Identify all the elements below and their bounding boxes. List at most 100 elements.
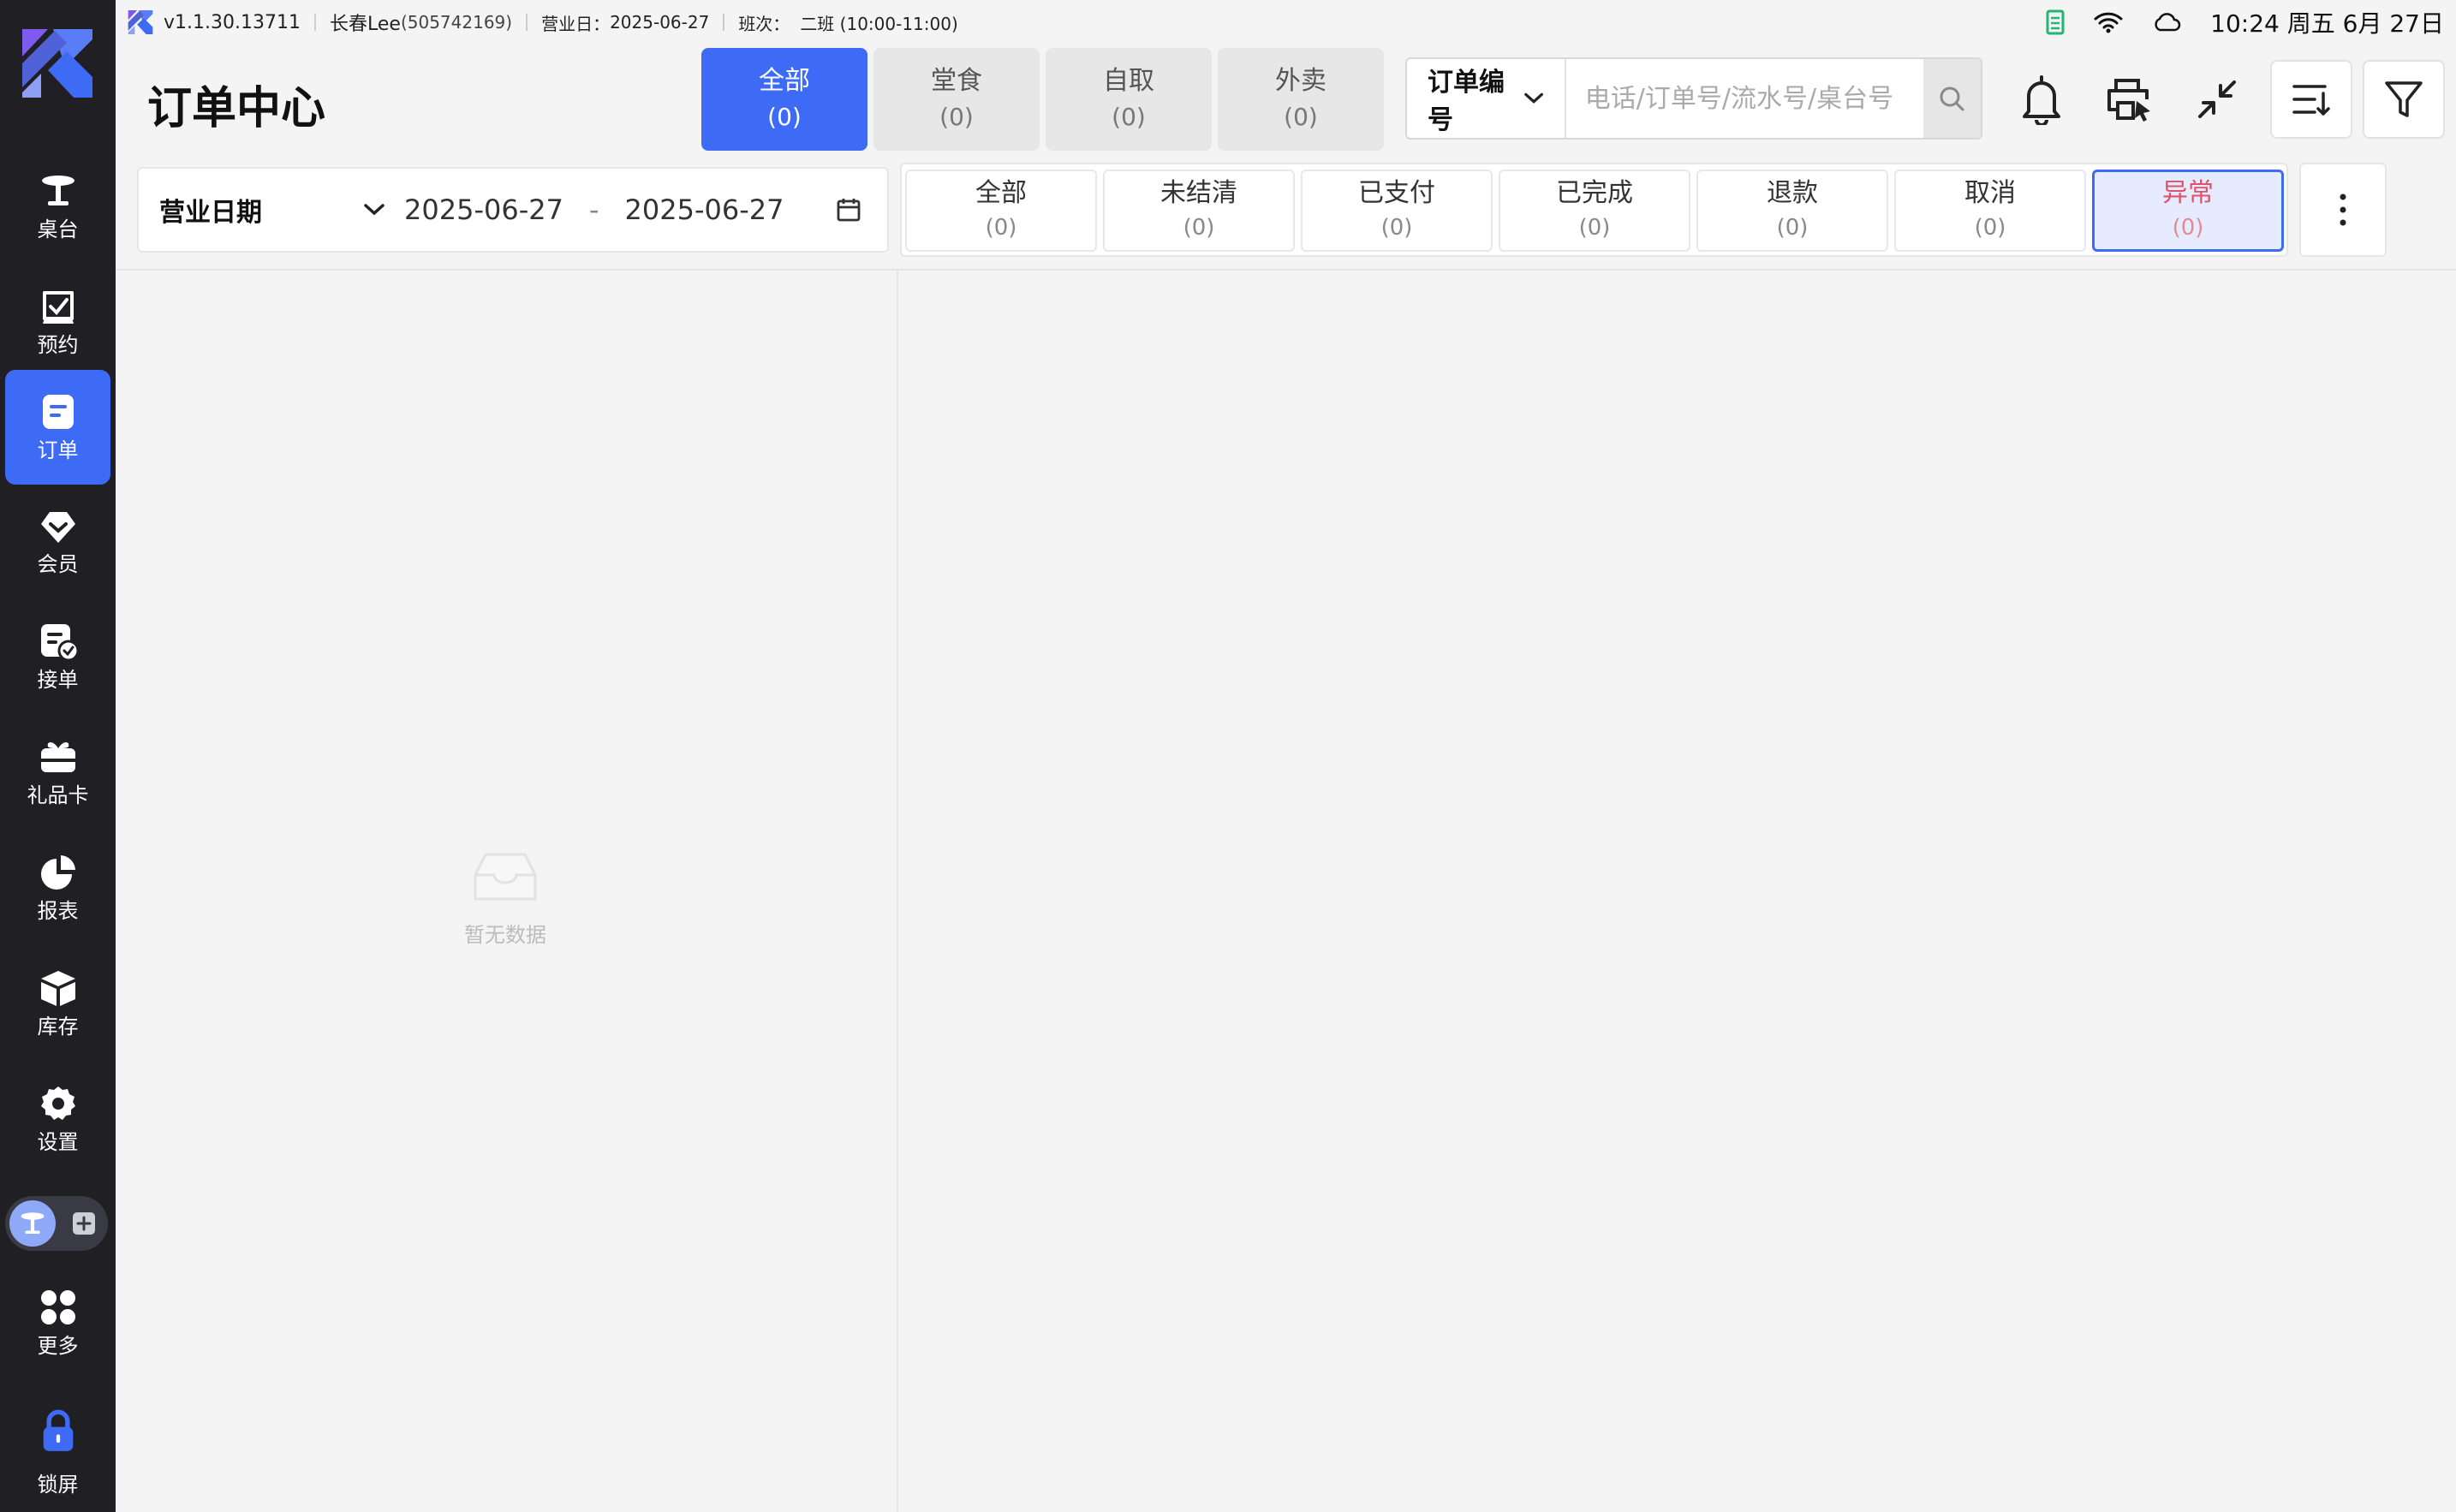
- date-type-select[interactable]: 营业日期: [139, 191, 404, 229]
- status-count: (0): [1183, 215, 1215, 241]
- sidebar-item-label: 设置: [37, 1130, 79, 1154]
- status-tab-unsettled[interactable]: 未结清 (0): [1103, 170, 1295, 252]
- status-tab-completed[interactable]: 已完成 (0): [1499, 170, 1690, 252]
- empty-inbox-icon: [474, 853, 537, 901]
- sim-card-icon: [2046, 9, 2065, 35]
- status-tab-all[interactable]: 全部 (0): [905, 170, 1097, 252]
- status-label: 退款: [1767, 178, 1818, 208]
- status-count: (0): [1578, 215, 1611, 241]
- tab-label: 全部: [759, 66, 810, 96]
- tab-type-pickup[interactable]: 自取 (0): [1046, 48, 1212, 151]
- tab-label: 自取: [1103, 66, 1154, 96]
- tab-label: 外卖: [1275, 66, 1326, 96]
- status-label: 异常: [2162, 178, 2214, 208]
- app-version: v1.1.30.13711: [164, 11, 301, 33]
- status-tab-refund[interactable]: 退款 (0): [1696, 170, 1888, 252]
- sidebar-item-label: 礼品卡: [27, 783, 89, 807]
- tab-type-all[interactable]: 全部 (0): [701, 48, 867, 151]
- tab-count: (0): [1112, 103, 1146, 131]
- sidebar-item-table[interactable]: 桌台: [5, 149, 110, 264]
- status-count: (0): [1974, 215, 2006, 241]
- filter-button[interactable]: [2363, 60, 2445, 139]
- date-start[interactable]: 2025-06-27: [404, 193, 563, 226]
- search-type-select[interactable]: 订单编号: [1407, 59, 1566, 138]
- sidebar-item-more[interactable]: 更多: [5, 1265, 110, 1380]
- tab-count: (0): [1284, 103, 1318, 131]
- tab-count: (0): [939, 103, 974, 131]
- tab-count: (0): [767, 103, 802, 131]
- sidebar-item-member[interactable]: 会员: [5, 484, 110, 598]
- calendar-icon[interactable]: [836, 197, 861, 223]
- sidebar-item-settings[interactable]: 设置: [5, 1062, 110, 1176]
- bell-icon: [2023, 75, 2060, 125]
- status-tab-abnormal[interactable]: 异常 (0): [2092, 170, 2284, 252]
- shift: 二班 (10:00-11:00): [800, 13, 958, 34]
- sidebar-item-orders[interactable]: 订单: [5, 370, 110, 485]
- search-icon: [1940, 86, 1964, 111]
- tab-label: 堂食: [931, 66, 982, 96]
- notification-button[interactable]: [2000, 60, 2083, 139]
- app-logo: [22, 29, 92, 98]
- status-bar: v1.1.30.13711 长春Lee (505742169) 营业日： 202…: [116, 0, 2456, 45]
- sidebar-item-label: 库存: [37, 1015, 79, 1039]
- collapse-button[interactable]: [2176, 60, 2258, 139]
- sidebar: 桌台 预约 订单 会员 接单 礼品卡 报表 库存 设置 更多 锁屏: [0, 0, 116, 1512]
- inventory-icon: [40, 971, 75, 1006]
- status-tab-cancelled[interactable]: 取消 (0): [1894, 170, 2086, 252]
- more-apps-icon: [40, 1290, 75, 1324]
- search-type-label: 订单编号: [1428, 68, 1505, 135]
- sidebar-item-accept-orders[interactable]: 接单: [5, 599, 110, 714]
- accept-order-icon: [40, 624, 79, 662]
- date-type-label: 营业日期: [159, 198, 262, 228]
- sidebar-item-reservation[interactable]: 预约: [5, 265, 110, 379]
- tab-type-dine-in[interactable]: 堂食 (0): [873, 48, 1040, 151]
- status-count: (0): [1380, 215, 1413, 241]
- status-label: 取消: [1964, 178, 2016, 208]
- app-logo-small: [128, 10, 153, 34]
- sidebar-item-inventory[interactable]: 库存: [5, 946, 110, 1061]
- reservation-icon: [42, 291, 74, 324]
- report-icon: [40, 855, 75, 890]
- panel-divider: [897, 271, 898, 1512]
- printer-icon: [2107, 79, 2150, 122]
- lock-icon: [43, 1409, 73, 1451]
- chevron-down-icon: [364, 204, 384, 216]
- date-end[interactable]: 2025-06-27: [625, 193, 784, 226]
- tab-type-delivery[interactable]: 外卖 (0): [1218, 48, 1384, 151]
- status-count: (0): [2172, 215, 2204, 241]
- dine-in-mode-icon: [9, 1200, 56, 1247]
- sidebar-item-label: 锁屏: [37, 1473, 79, 1497]
- search-input[interactable]: [1565, 59, 1923, 138]
- shift-label: 班次：: [738, 13, 790, 34]
- more-options-button[interactable]: [2299, 163, 2387, 257]
- filter-icon: [2385, 81, 2423, 117]
- status-label: 已支付: [1358, 178, 1435, 208]
- search-button[interactable]: [1922, 59, 1981, 138]
- sort-button[interactable]: [2270, 60, 2352, 139]
- status-tab-paid[interactable]: 已支付 (0): [1301, 170, 1493, 252]
- page-title: 订单中心: [147, 83, 326, 134]
- member-icon: [40, 512, 75, 543]
- sidebar-item-lock[interactable]: 锁屏: [5, 1392, 110, 1512]
- business-day-label: 营业日：: [541, 13, 611, 34]
- print-button[interactable]: [2088, 60, 2170, 139]
- sidebar-item-report[interactable]: 报表: [5, 830, 110, 945]
- empty-text: 暂无数据: [464, 923, 546, 947]
- sidebar-item-label: 预约: [37, 333, 79, 357]
- divider: [723, 14, 725, 31]
- settings-icon: [40, 1086, 75, 1120]
- sidebar-item-gift-card[interactable]: 礼品卡: [5, 715, 110, 830]
- sidebar-item-label: 会员: [37, 552, 79, 576]
- status-filter-group: 全部 (0) 未结清 (0) 已支付 (0) 已完成 (0) 退款 (0) 取消…: [900, 163, 2288, 257]
- empty-state: 暂无数据: [445, 851, 565, 948]
- status-count: (0): [1776, 215, 1809, 241]
- sidebar-item-label: 桌台: [37, 217, 79, 241]
- mode-toggle[interactable]: [5, 1196, 108, 1251]
- user-id: (505742169): [400, 12, 513, 33]
- collapse-icon: [2198, 80, 2236, 118]
- date-range-filter: 营业日期 2025-06-27 - 2025-06-27: [137, 167, 889, 253]
- table-icon: [41, 176, 75, 205]
- sidebar-item-label: 订单: [37, 438, 79, 462]
- divider: [313, 14, 316, 31]
- wifi-icon: [2094, 12, 2123, 33]
